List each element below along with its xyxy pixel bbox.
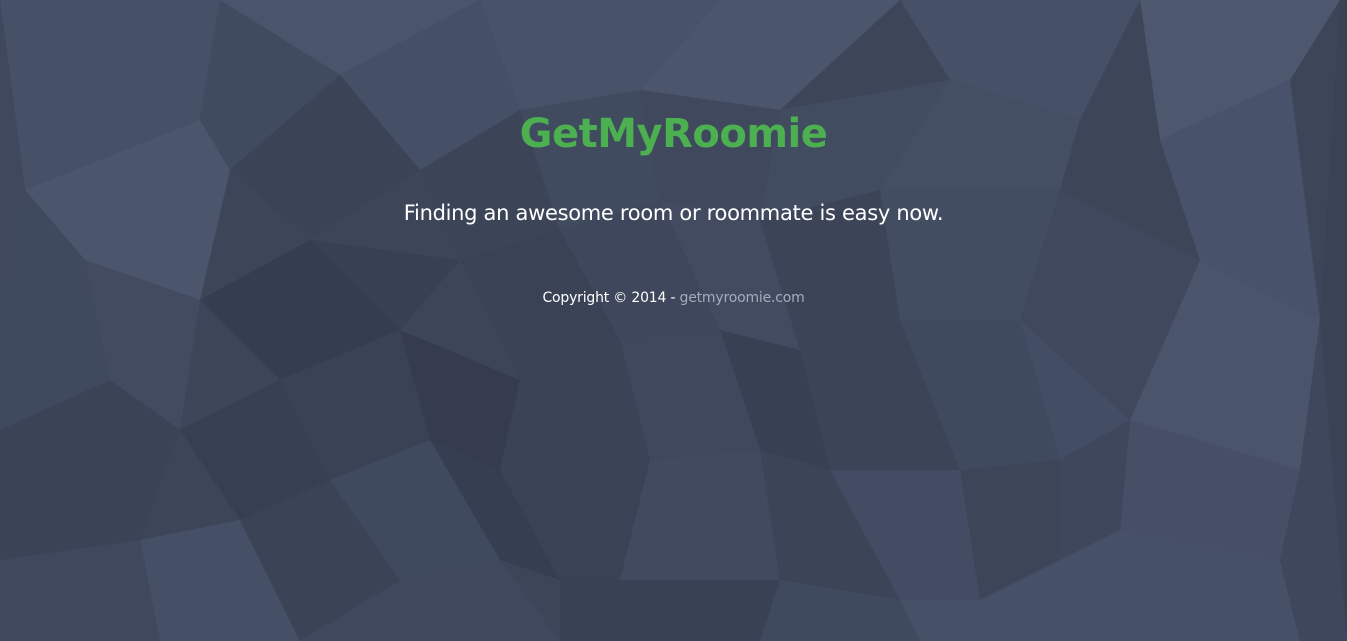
copyright-text: Copyright © 2014 - bbox=[542, 290, 680, 306]
hero-tagline: Finding an awesome room or roommate is e… bbox=[403, 201, 944, 225]
brand-title: GetMyRoomie bbox=[519, 111, 828, 157]
site-link[interactable]: getmyroomie.com bbox=[680, 290, 805, 306]
footer: Copyright © 2014 - getmyroomie.com bbox=[0, 288, 1347, 308]
hero-section: GetMyRoomie Finding an awesome room or r… bbox=[0, 0, 1347, 641]
landing-page: GetMyRoomie Finding an awesome room or r… bbox=[0, 0, 1347, 641]
